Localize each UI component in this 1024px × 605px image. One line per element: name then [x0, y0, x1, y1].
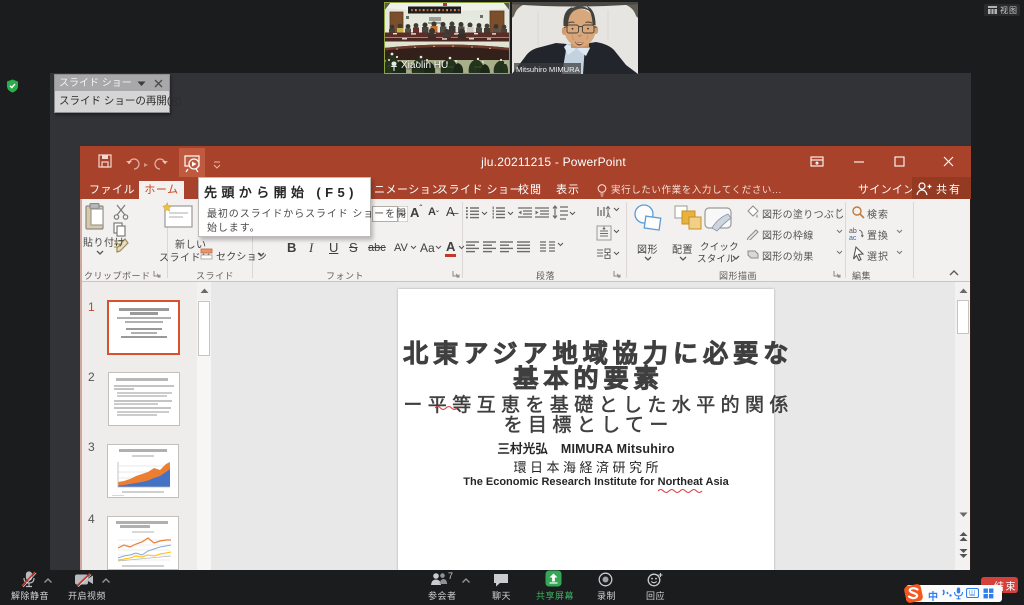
svg-text:ab: ab: [849, 228, 857, 235]
svg-text:A: A: [606, 213, 611, 219]
svg-text:ac: ac: [849, 235, 857, 240]
